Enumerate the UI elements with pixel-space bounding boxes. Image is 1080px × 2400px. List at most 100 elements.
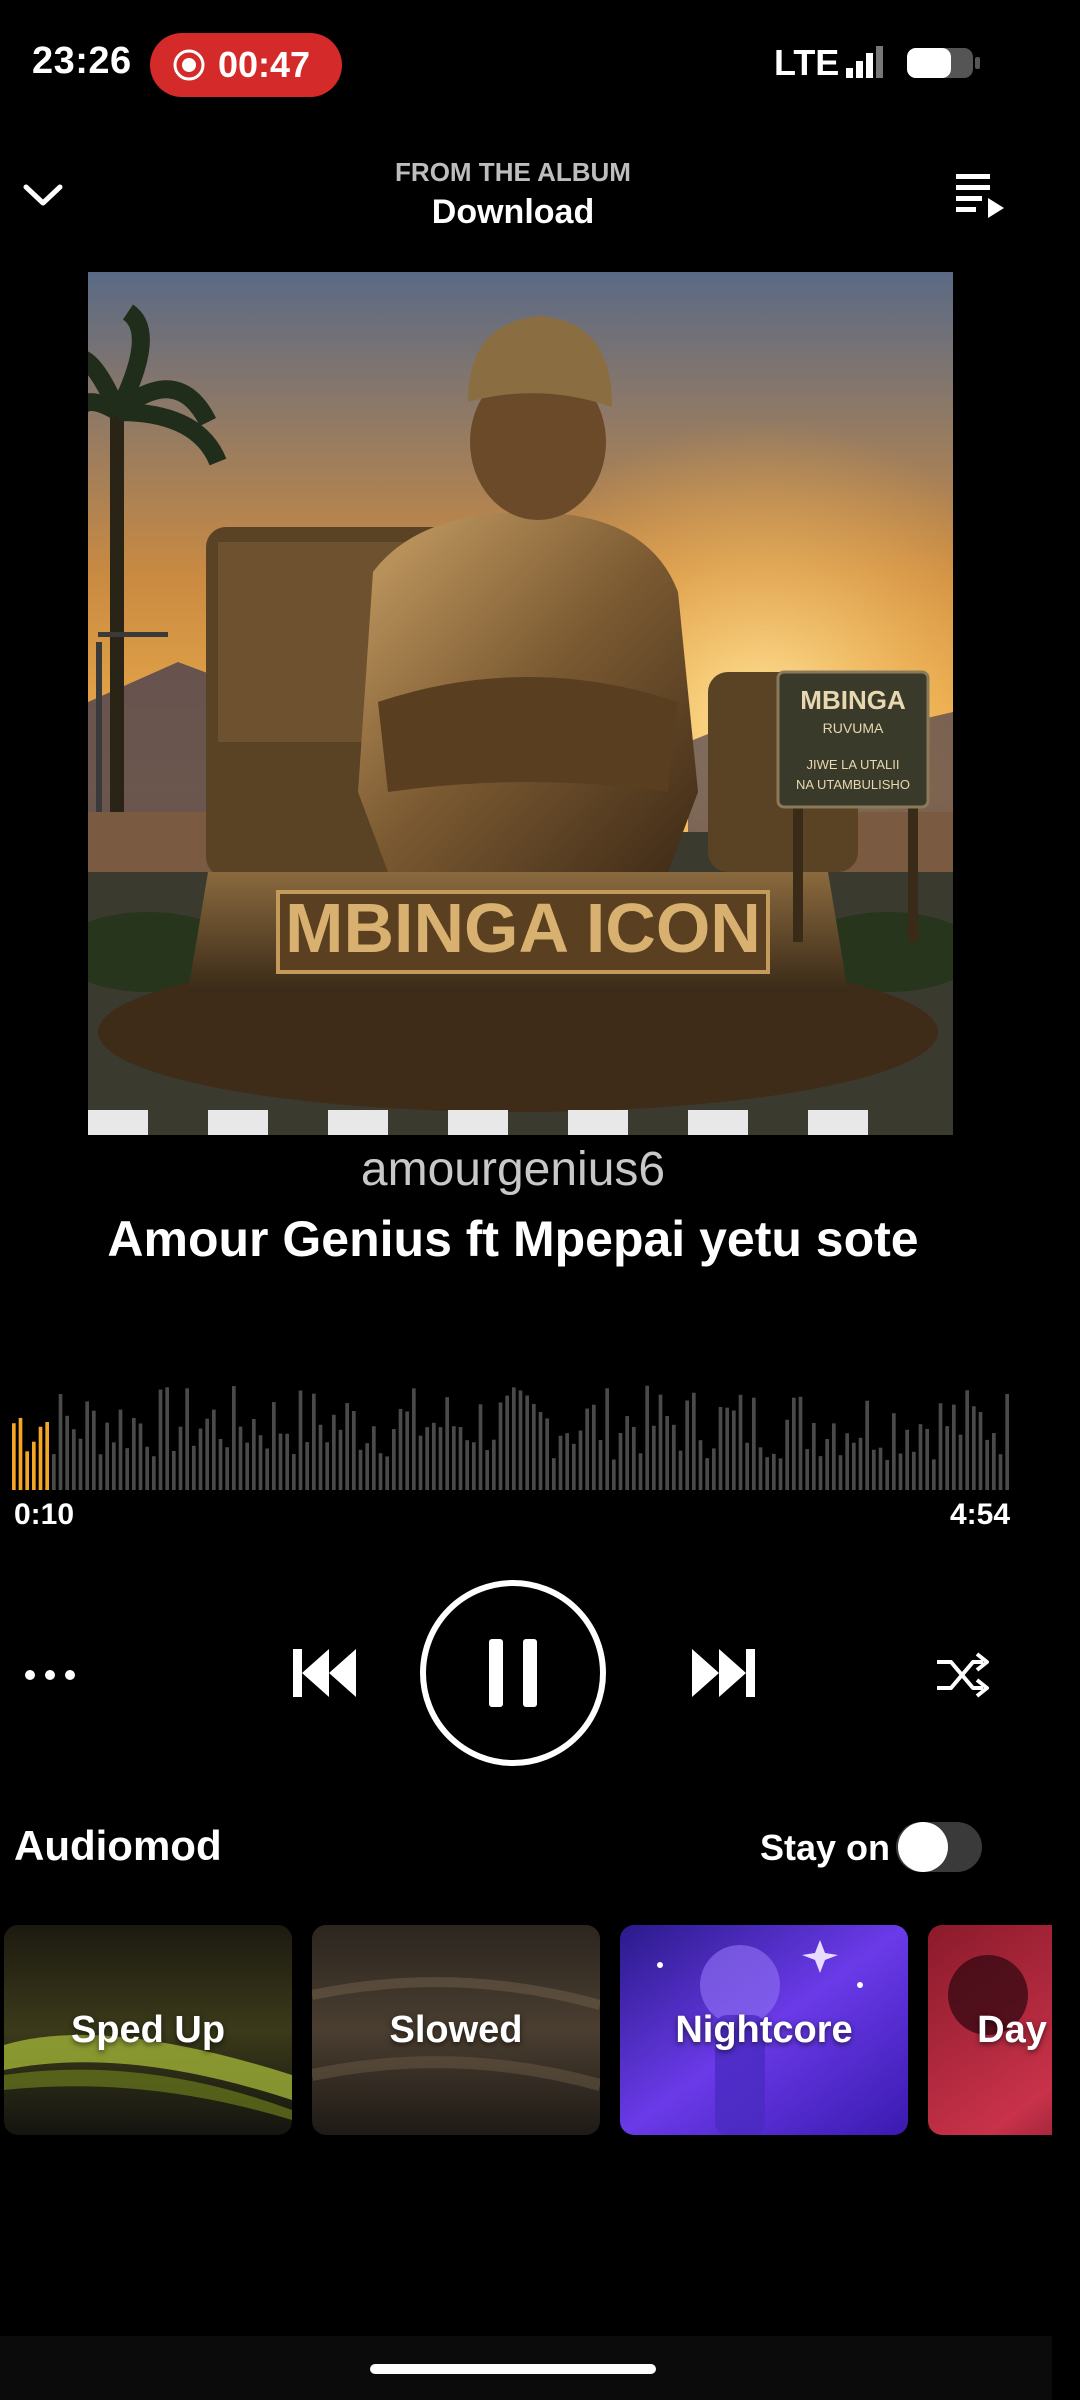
waveform-bar (732, 1410, 736, 1490)
queue-icon[interactable] (952, 166, 1008, 222)
waveform-bar (325, 1442, 329, 1490)
waveform-bar (485, 1450, 489, 1490)
svg-text:RUVUMA: RUVUMA (823, 720, 884, 736)
status-bar: 23:26 00:47 LTE (0, 0, 1080, 130)
waveform-bar (52, 1454, 56, 1490)
waveform-bar (58, 1394, 63, 1490)
waveform-bar (512, 1387, 516, 1490)
waveform-bar (885, 1459, 889, 1490)
waveform-bar (158, 1389, 163, 1490)
waveform-bar (632, 1426, 636, 1490)
waveform-bar (552, 1458, 556, 1490)
waveform-bar (585, 1408, 589, 1490)
waveform-bar (145, 1446, 149, 1490)
waveform-bar (998, 1454, 1003, 1490)
waveform-bar (178, 1426, 183, 1490)
artist-name[interactable]: amourgenius6 (0, 1142, 1026, 1197)
waveform-bar (378, 1453, 383, 1490)
stay-on-toggle[interactable] (896, 1822, 982, 1872)
waveform-bar (98, 1454, 103, 1490)
waveform-bar (605, 1388, 609, 1490)
preset-nightcore-card[interactable]: Nightcore (620, 1925, 908, 2135)
waveform-bar (332, 1414, 336, 1490)
waveform-bar (858, 1437, 863, 1490)
waveform-bar (812, 1422, 816, 1490)
waveform-bar (18, 1417, 23, 1490)
waveform-bar (392, 1429, 396, 1490)
waveform-bar (492, 1439, 496, 1490)
preset-slowed-card[interactable]: Slowed (312, 1925, 600, 2135)
waveform-bar (672, 1424, 676, 1490)
waveform-bar (878, 1447, 883, 1490)
waveform-bar (692, 1392, 696, 1490)
waveform-bar (752, 1397, 756, 1490)
waveform-bar (678, 1450, 683, 1490)
waveform-bar (385, 1456, 389, 1490)
preset-label: Sped Up (70, 2008, 226, 2051)
waveform-bar (818, 1456, 823, 1490)
waveform-bar (798, 1396, 803, 1490)
waveform-bar (318, 1424, 323, 1490)
waveform-bar (652, 1425, 656, 1490)
waveform-bar (892, 1413, 896, 1490)
waveform-bar (658, 1394, 663, 1490)
waveform-bar (232, 1386, 236, 1490)
waveform-bar (425, 1427, 429, 1490)
waveform-bar (205, 1418, 209, 1490)
waveform-bar (105, 1422, 109, 1490)
home-indicator[interactable] (370, 2364, 656, 2374)
header-subtitle: FROM THE ALBUM (395, 157, 631, 187)
waveform-bar (238, 1426, 243, 1490)
waveform-bar (225, 1447, 229, 1490)
preset-day-card[interactable]: Day (928, 1925, 1052, 2135)
waveform-bar (338, 1429, 343, 1490)
waveform-bar (958, 1434, 963, 1490)
waveform-bar (472, 1442, 476, 1490)
waveform-bar (905, 1429, 909, 1490)
preset-label: Slowed (389, 2008, 523, 2051)
waveform-bar (665, 1415, 669, 1490)
waveform-bar (565, 1433, 569, 1490)
waveform-bar (445, 1397, 449, 1490)
waveform-bar (538, 1411, 543, 1490)
waveform-seek-bar[interactable] (12, 1380, 1012, 1490)
waveform-bar (432, 1422, 436, 1490)
waveform-bar (32, 1441, 36, 1490)
waveform-bar (685, 1400, 689, 1490)
pause-button[interactable] (420, 1580, 606, 1766)
waveform-bar (198, 1428, 203, 1490)
waveform-bar (598, 1440, 603, 1490)
waveform-bar (372, 1426, 376, 1490)
waveform-bar (125, 1448, 129, 1490)
signal-icon (846, 46, 883, 78)
album-name[interactable]: Download (0, 193, 1026, 232)
more-options-button[interactable] (20, 1645, 80, 1705)
waveform-bar (152, 1456, 156, 1490)
next-track-button[interactable] (684, 1638, 764, 1708)
battery-icon (907, 48, 980, 78)
waveform-bar (138, 1423, 143, 1490)
more-icon (25, 1670, 75, 1680)
waveform-bar (638, 1453, 643, 1490)
waveform-bar (985, 1439, 989, 1490)
waveform-bar (898, 1453, 903, 1490)
waveform-bar (258, 1435, 263, 1490)
svg-text:JIWE LA UTALII: JIWE LA UTALII (807, 757, 900, 772)
svg-text:NA UTAMBULISHO: NA UTAMBULISHO (796, 777, 910, 792)
waveform-bar (85, 1401, 89, 1490)
waveform-bar (705, 1458, 709, 1490)
waveform-bar (278, 1433, 283, 1490)
waveform-bar (252, 1418, 256, 1490)
shuffle-button[interactable] (930, 1645, 996, 1705)
screen-recording-indicator[interactable]: 00:47 (150, 33, 342, 97)
preset-sped-up-card[interactable]: Sped Up (4, 1925, 292, 2135)
waveform-bar (558, 1435, 563, 1490)
waveform-bar (312, 1393, 316, 1490)
waveform-bar (405, 1411, 409, 1490)
waveform-bar (65, 1415, 69, 1490)
previous-track-button[interactable] (284, 1638, 364, 1708)
waveform-bar (132, 1417, 136, 1490)
waveform-bar (918, 1424, 923, 1490)
waveform-bar (418, 1435, 423, 1490)
waveform-bar (992, 1433, 996, 1490)
